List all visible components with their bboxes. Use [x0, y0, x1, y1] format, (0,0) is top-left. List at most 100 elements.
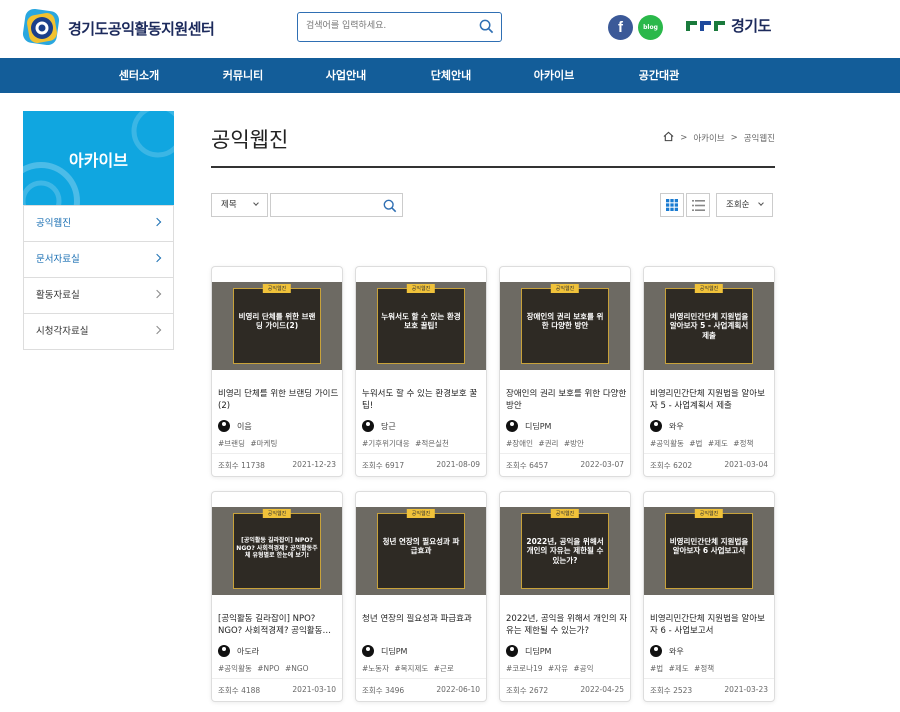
card-tags: #코로나19 #자유 #공익 — [506, 664, 594, 673]
facebook-icon[interactable]: f — [608, 15, 633, 40]
avatar-icon — [650, 645, 662, 657]
thumb-title: [공익활동 길라잡이] NPO? NGO? 사회적경제? 공익활동주체 유형별로… — [236, 537, 318, 559]
sidebar-item-webzine[interactable]: 공익웹진 — [24, 205, 173, 241]
breadcrumb-item[interactable]: 공익웹진 — [744, 132, 775, 144]
grid-view-button[interactable] — [660, 193, 684, 217]
chevron-down-icon — [758, 200, 764, 206]
sidebar-item-label: 문서자료실 — [36, 254, 80, 265]
card-title[interactable]: 청년 연장의 필요성과 파급효과 — [362, 614, 484, 626]
card-title[interactable]: 2022년, 공익을 위해서 개인의 자유는 제한될 수 있는가? — [506, 614, 628, 638]
card-title[interactable]: 비영리민간단체 지원법을 알아보자 5 - 사업계획서 제출 — [650, 389, 772, 413]
gyeonggi-logo[interactable]: 경기도 — [686, 15, 771, 36]
webzine-card[interactable]: 공익웹진비영리민간단체 지원법을 알아보자 5 - 사업계획서 제출 비영리민간… — [643, 266, 775, 477]
card-divider — [356, 453, 486, 454]
search-field-select[interactable]: 제목 — [211, 193, 268, 217]
card-tags: #법 #제도 #정책 — [650, 664, 715, 673]
thumb-tag: 공익웹진 — [262, 284, 292, 293]
card-divider — [356, 678, 486, 679]
thumb-tag: 공익웹진 — [262, 509, 292, 518]
sidebar-item-documents[interactable]: 문서자료실 — [24, 241, 173, 277]
thumb-title: 청년 연장의 필요성과 파급효과 — [382, 537, 460, 556]
sort-select[interactable]: 조회순 — [716, 193, 773, 217]
card-title[interactable]: 비영리민간단체 지원법을 알아보자 6 - 사업보고서 — [650, 614, 772, 638]
webzine-card[interactable]: 공익웹진비영리 단체를 위한 브랜딩 가이드(2) 비영리 단체를 위한 브랜딩… — [211, 266, 343, 477]
list-view-button[interactable] — [686, 193, 710, 217]
author-name: 당근 — [381, 421, 396, 431]
main-nav: 센터소개 커뮤니티 사업안내 단체안내 아카이브 공간대관 — [0, 58, 900, 93]
author-name: 아도라 — [237, 646, 260, 656]
webzine-card[interactable]: 공익웹진 장애인의 권리 보호를 위한 다양한 방안 장애인의 권리 보호를 위한… — [499, 266, 631, 477]
card-date: 2021-03-10 — [292, 685, 336, 694]
sidebar-item-activities[interactable]: 활동자료실 — [24, 277, 173, 313]
list-search[interactable] — [270, 193, 403, 217]
card-thumbnail: 공익웹진 [공익활동 길라잡이] NPO? NGO? 사회적경제? 공익활동주체 … — [212, 507, 342, 595]
card-author: 당근 — [362, 420, 396, 432]
webzine-card[interactable]: 공익웹진 청년 연장의 필요성과 파급효과 청년 연장의 필요성과 파급효과 디딤… — [355, 491, 487, 702]
page-title: 공익웹진 — [211, 128, 289, 152]
page: 경기도공익활동지원센터 f blog 경기도 센터소개 커뮤니티 사업안내 — [0, 0, 900, 712]
gyeonggi-mark-icon — [686, 19, 726, 33]
logo-icon — [22, 8, 62, 48]
card-thumbnail: 공익웹진 장애인의 권리 보호를 위한 다양한 방안 — [500, 282, 630, 370]
thumb-tag: 공익웹진 — [694, 284, 724, 293]
nav-item-community[interactable]: 커뮤니티 — [223, 58, 263, 93]
search-input[interactable] — [306, 13, 476, 39]
gyeonggi-text: 경기도 — [731, 17, 771, 35]
card-tags: #기후위기대응 #적은실천 — [362, 439, 449, 448]
site-logo[interactable]: 경기도공익활동지원센터 — [22, 8, 215, 48]
card-date: 2021-08-09 — [436, 460, 480, 469]
blog-icon[interactable]: blog — [638, 15, 663, 40]
webzine-card[interactable]: 공익웹진 [공익활동 길라잡이] NPO? NGO? 사회적경제? 공익활동주체 … — [211, 491, 343, 702]
card-title[interactable]: [공익활동 길라잡이] NPO? NGO? 사회적경제? 공익활동… — [218, 614, 340, 638]
card-title[interactable]: 누워서도 할 수 있는 환경보호 꿀팁! — [362, 389, 484, 413]
chevron-right-icon — [152, 217, 162, 227]
thumb-tag: 공익웹진 — [550, 284, 580, 293]
sidebar-header: 아카이브 — [23, 111, 174, 205]
card-divider — [212, 453, 342, 454]
thumb-title: 비영리민간단체 지원법을 알아보자 5 - 사업계획서 제출 — [669, 312, 749, 340]
avatar-icon — [506, 645, 518, 657]
chevron-down-icon — [253, 200, 259, 206]
list-icon — [691, 196, 705, 215]
thumb-tag: 공익웹진 — [694, 509, 724, 518]
nav-item-business[interactable]: 사업안내 — [326, 58, 366, 93]
card-date: 2021-03-04 — [724, 460, 768, 469]
sidebar-item-media[interactable]: 시청각자료실 — [24, 313, 173, 349]
webzine-card[interactable]: 공익웹진 누워서도 할 수 있는 환경보호 꿀팁! 누워서도 할 수 있는 환경보… — [355, 266, 487, 477]
avatar-icon — [650, 420, 662, 432]
card-views: 조회수 2523 — [650, 686, 693, 695]
card-date: 2022-06-10 — [436, 685, 480, 694]
breadcrumb-separator: > — [680, 133, 688, 143]
chevron-right-icon — [152, 289, 162, 299]
breadcrumb: > 아카이브 > 공익웹진 — [663, 131, 775, 145]
card-tags: #브랜딩 #마케팅 — [218, 439, 278, 448]
title-divider — [211, 166, 775, 168]
breadcrumb-item[interactable]: 아카이브 — [693, 132, 724, 144]
card-date: 2021-03-23 — [724, 685, 768, 694]
card-divider — [644, 678, 774, 679]
search-icon[interactable] — [383, 198, 397, 217]
card-views: 조회수 6202 — [650, 461, 693, 470]
header: 경기도공익활동지원센터 f blog 경기도 — [0, 0, 900, 58]
nav-item-archive[interactable]: 아카이브 — [534, 58, 574, 93]
card-thumbnail: 공익웹진 비영리민간단체 지원법을 알아보자 6 사업보고서 — [644, 507, 774, 595]
avatar-icon — [362, 645, 374, 657]
home-icon[interactable] — [663, 131, 674, 145]
card-divider — [212, 678, 342, 679]
search-icon[interactable] — [479, 19, 494, 38]
card-title[interactable]: 비영리 단체를 위한 브랜딩 가이드(2) — [218, 389, 340, 413]
nav-item-rental[interactable]: 공간대관 — [639, 58, 679, 93]
card-author: 이음 — [218, 420, 252, 432]
thumb-title: 비영리 단체를 위한 브랜딩 가이드(2) — [238, 312, 316, 331]
nav-item-groups[interactable]: 단체안내 — [431, 58, 471, 93]
header-search — [297, 12, 502, 42]
webzine-card[interactable]: 공익웹진 2022년, 공익을 위해서 개인의 자유는 제한될 수 있는가? 20… — [499, 491, 631, 702]
thumb-tag: 공익웹진 — [550, 509, 580, 518]
card-thumbnail: 공익웹진 청년 연장의 필요성과 파급효과 — [356, 507, 486, 595]
nav-item-center[interactable]: 센터소개 — [119, 58, 159, 93]
card-author: 아도라 — [218, 645, 259, 657]
card-thumbnail: 공익웹진 누워서도 할 수 있는 환경보호 꿀팁! — [356, 282, 486, 370]
webzine-card[interactable]: 공익웹진 비영리민간단체 지원법을 알아보자 6 사업보고서 비영리민간단체 지원… — [643, 491, 775, 702]
card-title[interactable]: 장애인의 권리 보호를 위한 다양한 방안 — [506, 389, 628, 413]
card-date: 2022-04-25 — [580, 685, 624, 694]
